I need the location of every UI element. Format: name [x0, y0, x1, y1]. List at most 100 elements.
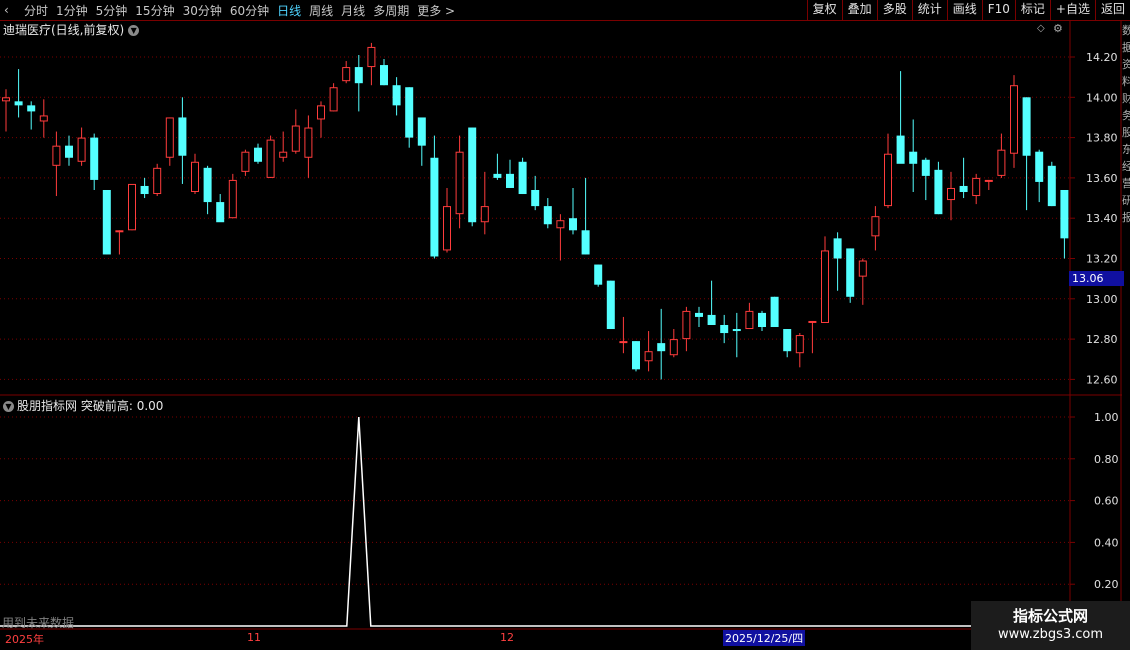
candle-body: [518, 161, 527, 195]
indicator-axis-label: 0.80: [1094, 453, 1119, 466]
kline-chart[interactable]: 14.20 14.00 13.80 13.60 13.40 13.20 13.00 12.80…: [0, 0, 1130, 650]
candle: [745, 302, 754, 330]
candle-body: [329, 87, 338, 112]
candle-body: [342, 67, 351, 82]
period-tab-10[interactable]: 更多 >: [417, 2, 455, 19]
tool-button-8[interactable]: 返回: [1094, 0, 1130, 20]
candle-body: [2, 97, 10, 102]
candle-body: [745, 310, 754, 330]
period-tab-3[interactable]: 15分钟: [135, 2, 174, 19]
candle: [871, 206, 880, 251]
candle: [455, 135, 464, 229]
indicator-title[interactable]: ▼ 股朋指标网 突破前高: 0.00: [3, 397, 163, 414]
price-axis-label: 12.80: [1086, 333, 1118, 346]
chevron-down-icon[interactable]: ▼: [3, 401, 14, 412]
tool-button-4[interactable]: 画线: [946, 0, 982, 20]
candle-body: [984, 179, 993, 182]
candle: [707, 280, 716, 325]
period-tab-4[interactable]: 30分钟: [183, 2, 222, 19]
candle-body: [959, 185, 968, 193]
period-tab-1[interactable]: 1分钟: [56, 2, 88, 19]
candle: [921, 157, 930, 201]
period-tab-8[interactable]: 月线: [341, 2, 365, 19]
candle: [493, 153, 502, 180]
candle-body: [846, 248, 855, 297]
candle-body: [65, 145, 73, 158]
tool-button-1[interactable]: 叠加: [841, 0, 877, 20]
candle-body: [858, 260, 867, 277]
tool-button-5[interactable]: F10: [981, 0, 1015, 20]
candle-body: [833, 238, 842, 259]
candle: [808, 320, 817, 354]
back-arrow-icon[interactable]: ‹: [4, 3, 9, 17]
candle: [241, 149, 250, 176]
candle-body: [140, 185, 149, 195]
candle: [556, 214, 565, 261]
candle: [39, 99, 48, 138]
tool-button-7[interactable]: +自选: [1049, 0, 1095, 20]
candle: [329, 83, 338, 112]
candle-body: [14, 101, 23, 106]
candle: [644, 331, 653, 372]
candle-body: [291, 125, 300, 152]
tool-button-2[interactable]: 多股: [876, 0, 912, 20]
candle: [1047, 161, 1056, 207]
candle-body: [569, 218, 577, 231]
candle-body: [216, 202, 225, 223]
candle: [909, 119, 918, 193]
gear-icon[interactable]: ⚙: [1053, 22, 1063, 35]
indicator-axis-label: 1.00: [1094, 411, 1119, 424]
candle: [657, 308, 666, 380]
chart-title[interactable]: 迪瑞医疗(日线,前复权) ▼: [3, 21, 140, 38]
candle: [606, 280, 615, 330]
candle: [254, 143, 262, 164]
candle-body: [367, 46, 376, 68]
candle-body: [921, 159, 930, 176]
candle-body: [997, 149, 1006, 176]
candle: [543, 198, 552, 229]
candle: [102, 189, 111, 255]
period-tab-7[interactable]: 周线: [309, 2, 333, 19]
price-axis-label: 13.60: [1086, 172, 1118, 185]
watermark-url: www.zbgs3.com: [997, 627, 1104, 642]
candle-body: [317, 105, 325, 120]
period-tab-0[interactable]: 分时: [24, 2, 48, 19]
candle-body: [909, 151, 918, 164]
candle-body: [1022, 97, 1031, 156]
tool-button-3[interactable]: 统计: [911, 0, 947, 20]
candle: [27, 101, 36, 130]
period-tab-6[interactable]: 日线: [277, 2, 301, 19]
tool-button-6[interactable]: 标记: [1014, 0, 1050, 20]
candle: [367, 42, 376, 86]
candle: [518, 157, 527, 195]
candle: [632, 341, 640, 372]
stock-title-text: 迪瑞医疗(日线,前复权): [3, 23, 125, 37]
candle-body: [606, 280, 615, 330]
candle-body: [506, 173, 514, 188]
indicator-axis-label: 0.20: [1094, 578, 1119, 591]
candle: [821, 236, 829, 323]
candle-body: [102, 189, 111, 255]
candle-body: [191, 161, 199, 193]
candle: [619, 316, 628, 354]
date-label-nov: 11: [247, 631, 261, 644]
side-info-strip[interactable]: 数据资料财务股东经营研报: [1122, 22, 1130, 622]
candle: [669, 329, 678, 358]
period-tab-2[interactable]: 5分钟: [96, 2, 128, 19]
candle-body: [468, 127, 477, 223]
date-label-dec: 12: [500, 631, 514, 644]
candle: [304, 115, 313, 178]
candle-body: [657, 343, 666, 352]
candle-body: [581, 230, 590, 255]
period-tab-9[interactable]: 多周期: [373, 2, 409, 19]
candle-body: [720, 324, 729, 334]
chevron-down-icon[interactable]: ▼: [128, 25, 140, 36]
candle-body: [884, 153, 892, 207]
candle-body: [165, 117, 174, 158]
diamond-icon[interactable]: ◇: [1037, 23, 1045, 34]
tool-button-0[interactable]: 复权: [806, 0, 842, 20]
candle-body: [178, 117, 187, 156]
candle-body: [228, 179, 237, 219]
period-tab-5[interactable]: 60分钟: [230, 2, 269, 19]
candle: [531, 175, 540, 211]
